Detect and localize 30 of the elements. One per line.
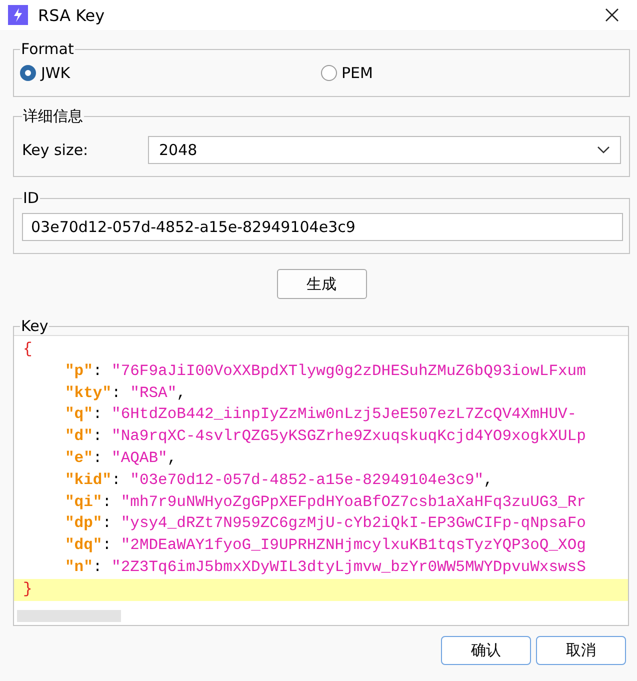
group-label: 详细信息 (22, 107, 84, 126)
code-line: "dq": "2MDEaWAY1fyoG_I9UPRHZNHjmcylxuKB1tqsTyzYQP3oQ_XOg (64, 535, 587, 556)
code-line: "kty": "RSA", (64, 382, 187, 404)
code-brace: { (23, 340, 32, 358)
scrollbar[interactable] (17, 610, 121, 622)
generate-button[interactable]: 生成 (276, 269, 366, 299)
code-line: "p": "76F9aJiI00VoXXBpdXTlywg0g2zDHESuhZMuZ6bQ93iowLFxum (64, 360, 587, 382)
code-line: "q": "6HtdZoB442_iinpIyZzMiw0nLzj5JeE507ezL7ZcQV4XmHUV- (64, 404, 578, 426)
radio-option[interactable]: JWK (20, 64, 320, 82)
code-line: "qi": "mh7r9uNWHyoZgGPpXEFpdHYoaBfOZ7csb1aXaHFq3zuUG3_Rr (64, 492, 587, 513)
id-field[interactable]: 03e70d12-057d-4852-a15e-82949104e3c9 (22, 213, 623, 241)
group-label: Key (20, 317, 50, 335)
window-title: RSA Key (38, 6, 106, 24)
code-brace: } (23, 580, 32, 598)
code-line: "e": "AQAB", (64, 448, 178, 469)
close-icon[interactable] (605, 8, 619, 22)
app-icon (8, 5, 28, 25)
dialog-button[interactable]: 确认 (441, 636, 531, 665)
radio-option[interactable]: PEM (320, 64, 621, 82)
code-line: "d": "Na9rqXC-4svlrQZG5yKSGZrhe9ZxuqskuqKcjd4YO9xogkXULp (64, 426, 587, 448)
code-line: "n": "2Z3Tq6imJ5bmxXDyWIL3dtyLjmvw_bzYr0WW5MWYDpvuWxswsS (64, 556, 587, 578)
key-size-dropdown[interactable]: 2048 (148, 136, 621, 164)
code-editor[interactable] (14, 335, 628, 625)
dialog-button[interactable]: 取消 (536, 636, 626, 665)
group-label: ID (22, 189, 40, 207)
code-line: "dp": "ysy4_dRZt7N959ZC6gzMjU-cYb2iQkI-EP3GwCIFp-qNpsaFo (64, 513, 587, 534)
group-label: Format (20, 40, 75, 58)
chevron-down-icon (597, 146, 610, 154)
field-label: Key size: (22, 141, 90, 159)
code-line: "kid": "03e70d12-057d-4852-a15e-82949104e3c9", (64, 470, 494, 491)
